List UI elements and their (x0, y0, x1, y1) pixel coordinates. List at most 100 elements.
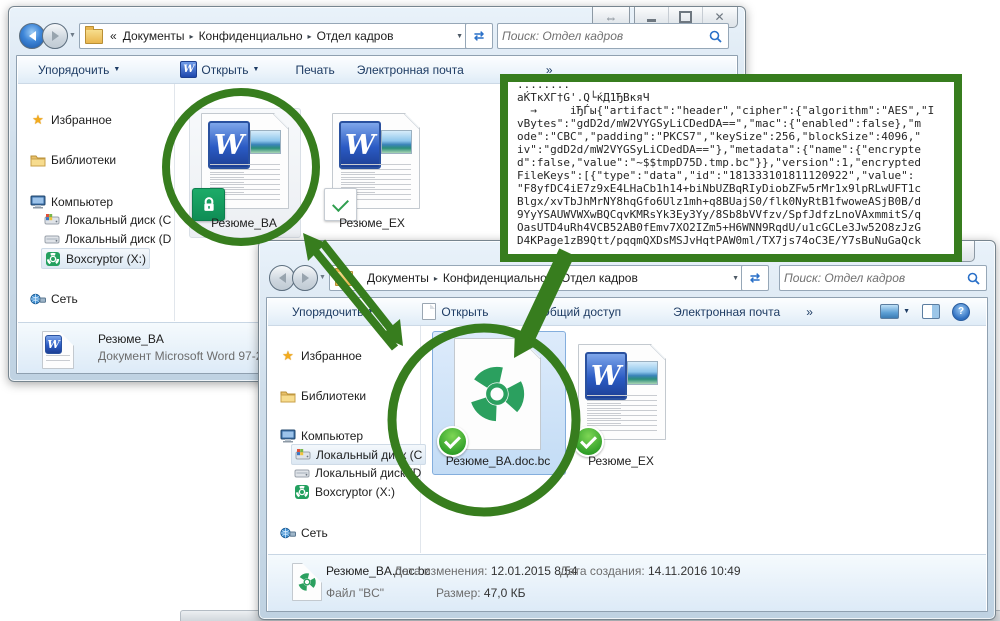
sidebar-label: Локальный диск (D (315, 466, 421, 480)
sidebar-item-disk-d[interactable]: Локальный диск (D (291, 463, 424, 482)
page-fold (650, 345, 665, 360)
sidebar-label: Локальный диск (C (65, 213, 171, 227)
open-button[interactable]: W Открыть ▼ (174, 61, 265, 78)
sidebar-item-network[interactable]: Сеть (27, 289, 81, 308)
sidebar-label: Избранное (51, 113, 112, 127)
print-label: Печать (295, 63, 334, 77)
page-fold (313, 564, 321, 572)
sidebar-item-favorites[interactable]: ★ Избранное (27, 110, 115, 129)
more-commands-button[interactable]: » (800, 305, 819, 319)
open-button[interactable]: Открыть (416, 303, 494, 320)
sidebar-item-favorites[interactable]: ★ Избранное (277, 346, 365, 365)
search-icon[interactable] (967, 272, 980, 285)
sidebar-item-boxcryptor[interactable]: Boxcryptor (X:) (41, 248, 150, 269)
forward-icon (302, 273, 309, 283)
preview-pane-button[interactable] (916, 304, 946, 319)
screenshot-stage: ⇔ ✕ ▼ « Документы ▸ Конфиденциально ▸ От… (0, 0, 1000, 621)
forward-button[interactable] (42, 23, 68, 49)
breadcrumb-item[interactable]: Отдел кадров (314, 29, 397, 43)
email-label: Электронная почта (357, 63, 464, 77)
chevron-down-icon: ▼ (903, 308, 910, 315)
file-label[interactable]: Резюме_BA (189, 216, 299, 230)
sidebar-item-disk-c[interactable]: Локальный диск (C (41, 210, 174, 229)
search-icon[interactable] (709, 30, 722, 43)
help-button[interactable]: ? (946, 303, 976, 321)
email-button[interactable]: Электронная почта (351, 63, 470, 77)
word-document-icon-small: W (42, 331, 74, 369)
sidebar-item-boxcryptor[interactable]: Boxcryptor (X:) (291, 482, 398, 501)
search-input[interactable] (498, 29, 709, 43)
sidebar-item-computer[interactable]: Компьютер (27, 192, 116, 211)
sidebar-item-network[interactable]: Сеть (277, 523, 331, 542)
file-label[interactable]: Резюме_BA.doc.bc (432, 454, 564, 468)
close-icon: ✕ (714, 10, 724, 24)
organize-button[interactable]: Упорядочить ▼ (286, 305, 380, 319)
organize-button[interactable]: Упорядочить ▼ (32, 63, 126, 77)
address-bar[interactable]: « Документы ▸ Конфиденциально ▸ Отдел ка… (79, 23, 471, 49)
chevron-more-icon: » (806, 305, 813, 319)
views-button[interactable]: ▼ (874, 304, 916, 319)
command-toolbar: Упорядочить ▼ Открыть Общий доступ Элект… (268, 298, 986, 326)
text-lines (587, 395, 657, 431)
image-thumbnail (381, 130, 412, 154)
search-input[interactable] (780, 271, 967, 285)
details-modified: Дата изменения: 12.01.2015 8:54 (394, 564, 578, 578)
recent-pages-dropdown[interactable]: ▼ (69, 32, 76, 39)
boxcryptor-logo (466, 363, 528, 425)
back-icon (279, 273, 286, 283)
sidebar-item-libraries[interactable]: Библиотеки (27, 150, 119, 169)
file-label[interactable]: Резюме_EX (317, 216, 427, 230)
address-bar[interactable]: Документы ▸ Конфиденциально ▸ Отдел кадр… (329, 265, 747, 291)
sidebar-item-disk-d[interactable]: Локальный диск (D (41, 229, 174, 248)
drive-c-icon (295, 448, 311, 461)
share-button[interactable]: Общий доступ (535, 305, 628, 319)
drive-c-icon (44, 213, 60, 226)
folder-icon (335, 271, 353, 286)
sidebar-item-computer[interactable]: Компьютер (277, 426, 366, 445)
views-icon (880, 304, 899, 319)
sidebar-item-disk-c[interactable]: Локальный диск (C (291, 444, 426, 465)
refresh-button[interactable]: ⇄ (741, 265, 769, 291)
sidebar-label: Локальный диск (D (65, 232, 171, 246)
preview-pane-icon (922, 304, 940, 319)
word-logo: W (339, 121, 381, 169)
chevron-down-icon: ▼ (113, 66, 120, 73)
boxcryptor-drive-icon (294, 485, 310, 499)
encrypted-text: ........ aЌТкХГ†G'.Q└ќД1ЂВкяЧ → iЂЃы{"ar… (508, 77, 954, 248)
network-icon (30, 292, 46, 306)
breadcrumb-item[interactable]: Конфиденциально (196, 29, 306, 43)
open-label: Открыть (441, 305, 488, 319)
word-app-icon: W (180, 61, 197, 78)
breadcrumb-item[interactable]: Документы (120, 29, 188, 43)
forward-button[interactable] (292, 265, 318, 291)
document-icon (422, 303, 436, 320)
breadcrumb-item[interactable]: Конфиденциально (440, 271, 550, 285)
breadcrumb-overflow[interactable]: « (107, 29, 120, 43)
breadcrumb-item[interactable]: Отдел кадров (558, 271, 641, 285)
email-label: Электронная почта (673, 305, 780, 319)
star-icon: ★ (280, 348, 296, 364)
sidebar-divider (420, 326, 421, 553)
organize-label: Упорядочить (292, 305, 363, 319)
check-badge-icon (573, 426, 604, 457)
word-logo: W (585, 352, 627, 400)
sidebar-label: Компьютер (51, 195, 113, 209)
check-badge-icon (437, 426, 468, 457)
boxcryptor-file-icon (454, 338, 541, 450)
image-thumbnail (627, 361, 658, 385)
sidebar-label: Boxcryptor (X:) (315, 485, 395, 499)
breadcrumb-item[interactable]: Документы (357, 271, 432, 285)
sidebar-item-libraries[interactable]: Библиотеки (277, 386, 369, 405)
refresh-button[interactable]: ⇄ (465, 23, 493, 49)
print-button[interactable]: Печать (289, 63, 340, 77)
libraries-icon (280, 389, 296, 403)
recent-pages-dropdown[interactable]: ▼ (319, 274, 326, 281)
computer-icon (280, 429, 296, 443)
file-label[interactable]: Резюме_EX (566, 454, 676, 468)
sidebar-label: Библиотеки (51, 153, 116, 167)
image-thumbnail (250, 130, 281, 154)
search-box (779, 265, 987, 291)
sidebar-label: Сеть (301, 526, 328, 540)
folder-icon (85, 29, 103, 44)
email-button[interactable]: Электронная почта (667, 305, 786, 319)
